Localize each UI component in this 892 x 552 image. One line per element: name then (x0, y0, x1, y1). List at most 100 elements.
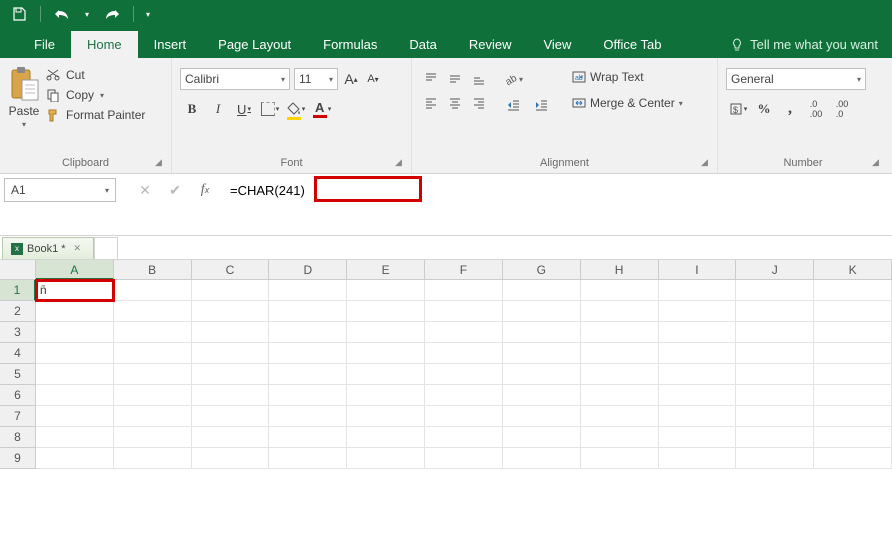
cell[interactable] (581, 448, 659, 469)
tab-view[interactable]: View (527, 31, 587, 58)
number-format-combo[interactable]: General ▾ (726, 68, 866, 90)
increase-indent-button[interactable] (528, 94, 554, 116)
row-header[interactable]: 9 (0, 448, 36, 469)
increase-font-button[interactable]: A▴ (342, 68, 360, 90)
row-header[interactable]: 1 (0, 280, 36, 301)
cell[interactable] (659, 343, 737, 364)
borders-button[interactable]: ▾ (258, 98, 282, 120)
tab-home[interactable]: Home (71, 31, 138, 58)
decrease-indent-button[interactable] (500, 94, 526, 116)
column-header[interactable]: E (347, 260, 425, 280)
cell[interactable] (736, 322, 814, 343)
tell-me[interactable]: Tell me what you want (716, 31, 892, 58)
cell[interactable] (114, 280, 192, 301)
cell[interactable] (36, 406, 114, 427)
cell[interactable] (425, 385, 503, 406)
cell[interactable] (425, 322, 503, 343)
cell[interactable] (425, 301, 503, 322)
cell[interactable] (581, 280, 659, 301)
cell[interactable] (503, 280, 581, 301)
paste-button[interactable]: Paste ▾ (8, 62, 40, 129)
cell[interactable] (814, 280, 892, 301)
cell[interactable] (269, 322, 347, 343)
cell[interactable] (736, 448, 814, 469)
cell[interactable] (659, 427, 737, 448)
cell[interactable] (736, 301, 814, 322)
cell[interactable] (736, 385, 814, 406)
cell[interactable] (659, 406, 737, 427)
cell[interactable] (581, 322, 659, 343)
cell[interactable] (503, 322, 581, 343)
cell[interactable] (659, 322, 737, 343)
cell[interactable] (269, 448, 347, 469)
cell[interactable] (581, 301, 659, 322)
cell[interactable] (814, 301, 892, 322)
cell[interactable] (581, 406, 659, 427)
cell[interactable] (659, 364, 737, 385)
align-right-button[interactable] (468, 92, 490, 114)
cell[interactable] (347, 343, 425, 364)
cell[interactable] (269, 364, 347, 385)
cell[interactable] (114, 343, 192, 364)
cell[interactable] (347, 322, 425, 343)
cell[interactable] (192, 301, 270, 322)
cell[interactable] (814, 364, 892, 385)
cell[interactable] (736, 364, 814, 385)
font-color-button[interactable]: A▾ (310, 98, 334, 120)
cell[interactable] (425, 280, 503, 301)
row-header[interactable]: 7 (0, 406, 36, 427)
cell[interactable] (736, 427, 814, 448)
tab-insert[interactable]: Insert (138, 31, 203, 58)
align-middle-button[interactable] (444, 68, 466, 90)
tab-office-tab[interactable]: Office Tab (587, 31, 677, 58)
cell[interactable] (581, 343, 659, 364)
cell[interactable] (425, 343, 503, 364)
cell[interactable] (192, 343, 270, 364)
cell[interactable] (659, 385, 737, 406)
cell[interactable] (269, 427, 347, 448)
cell[interactable] (269, 385, 347, 406)
cell-a1[interactable]: ñ (36, 280, 114, 301)
cell[interactable] (114, 301, 192, 322)
cell[interactable] (347, 301, 425, 322)
cell[interactable] (503, 406, 581, 427)
row-header[interactable]: 3 (0, 322, 36, 343)
qat-customize[interactable]: ▾ (142, 3, 154, 25)
cell[interactable] (659, 280, 737, 301)
cell[interactable] (347, 280, 425, 301)
fill-color-button[interactable]: ▾ (284, 98, 308, 120)
column-header[interactable]: J (736, 260, 814, 280)
tab-file[interactable]: File (18, 31, 71, 58)
cell[interactable] (36, 301, 114, 322)
cell[interactable] (192, 427, 270, 448)
clipboard-dialog-launcher[interactable]: ◢ (155, 157, 167, 169)
cell[interactable] (814, 448, 892, 469)
enter-formula-button[interactable]: ✔ (160, 178, 190, 202)
column-header[interactable]: C (192, 260, 270, 280)
row-header[interactable]: 8 (0, 427, 36, 448)
tab-review[interactable]: Review (453, 31, 528, 58)
accounting-format-button[interactable]: $▾ (726, 98, 750, 120)
cell[interactable] (659, 301, 737, 322)
cell[interactable] (269, 406, 347, 427)
italic-button[interactable]: I (206, 98, 230, 120)
cell[interactable] (114, 364, 192, 385)
bold-button[interactable]: B (180, 98, 204, 120)
redo-button[interactable] (99, 3, 125, 25)
column-header[interactable]: A (36, 260, 114, 280)
underline-button[interactable]: U▾ (232, 98, 256, 120)
decrease-font-button[interactable]: A▾ (364, 68, 382, 90)
cell[interactable] (192, 322, 270, 343)
align-left-button[interactable] (420, 92, 442, 114)
cell[interactable] (736, 343, 814, 364)
formula-input[interactable] (226, 178, 888, 202)
cell[interactable] (425, 427, 503, 448)
cell[interactable] (814, 343, 892, 364)
cell[interactable] (581, 385, 659, 406)
cell[interactable] (192, 364, 270, 385)
cell[interactable] (114, 406, 192, 427)
align-center-button[interactable] (444, 92, 466, 114)
tab-formulas[interactable]: Formulas (307, 31, 393, 58)
save-button[interactable] (6, 3, 32, 25)
cell[interactable] (736, 406, 814, 427)
